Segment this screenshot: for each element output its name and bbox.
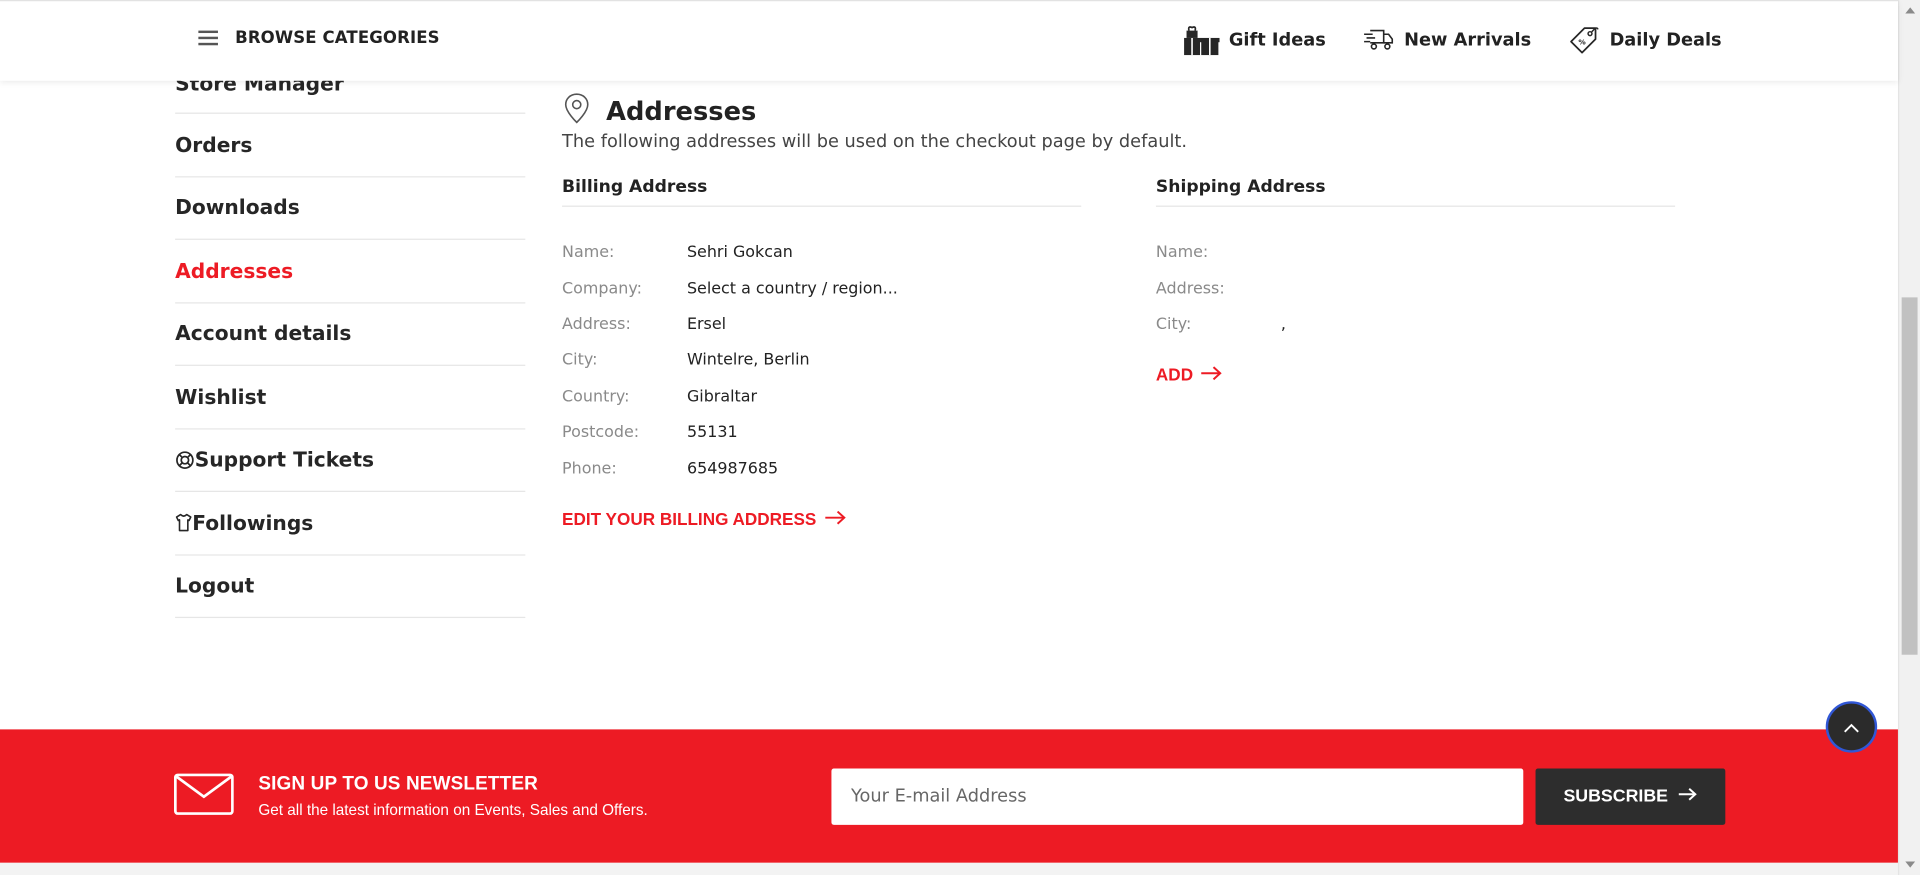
field-label: Country: [562, 387, 630, 406]
newsletter-email-input[interactable] [831, 768, 1524, 825]
delivery-icon [1363, 27, 1395, 54]
field-value: 654987685 [686, 459, 779, 478]
newsletter-title: SIGN UP TO US NEWSLETTER [258, 773, 538, 795]
arrow-right-icon [1678, 787, 1698, 807]
chevron-up-icon [1843, 715, 1860, 738]
sidebar-item-orders[interactable]: Orders [175, 114, 526, 177]
svg-text:%: % [1579, 38, 1587, 47]
newsletter-subtitle: Get all the latest information on Events… [258, 801, 648, 819]
field-value: 55131 [686, 423, 738, 442]
edit-billing-address-label: EDIT YOUR BILLING ADDRESS [562, 508, 817, 529]
scroll-up-arrow-icon[interactable] [1905, 7, 1916, 14]
sidebar-item-label: Wishlist [175, 385, 267, 409]
billing-country-row: Country: Gibraltar [562, 379, 1081, 415]
account-nav: Store Manager Orders Downloads Addresses… [175, 49, 526, 619]
sidebar-item-label: Addresses [175, 259, 294, 283]
header-link-gift-ideas[interactable]: Gift Ideas [1182, 24, 1326, 56]
billing-address-fields: Name: Sehri Gokcan Company: Select a cou… [562, 235, 1081, 487]
vertical-scrollbar[interactable] [1897, 0, 1920, 875]
shipping-city-row: City: , [1156, 307, 1675, 343]
page-title: Addresses [606, 96, 757, 127]
sidebar-item-downloads[interactable]: Downloads [175, 177, 526, 240]
header-link-label: Gift Ideas [1228, 30, 1326, 51]
shipping-name-row: Name: [1156, 235, 1675, 271]
header-link-label: New Arrivals [1404, 30, 1532, 51]
billing-phone-row: Phone: 654987685 [562, 451, 1081, 487]
sidebar-item-logout[interactable]: Logout [175, 555, 526, 619]
arrow-right-icon [824, 509, 846, 529]
location-pin-icon [562, 92, 591, 131]
billing-address-title: Billing Address [562, 176, 1082, 207]
field-label: Company: [562, 279, 642, 299]
field-label: Name: [1155, 243, 1209, 263]
browse-categories-label: BROWSE CATEGORIES [235, 28, 440, 48]
field-label: Address: [1155, 279, 1225, 299]
sidebar-item-account-details[interactable]: Account details [175, 303, 526, 366]
shipping-address-row: Address: [1156, 271, 1675, 307]
shipping-address-title: Shipping Address [1155, 176, 1676, 207]
add-shipping-address-link[interactable]: ADD [1155, 364, 1223, 385]
field-value: Sehri Gokcan [686, 243, 793, 263]
field-value: , [1280, 315, 1286, 335]
newsletter-text: SIGN UP TO US NEWSLETTER Get all the lat… [258, 773, 647, 818]
header-link-daily-deals[interactable]: % Daily Deals [1568, 24, 1722, 56]
billing-city-row: City: Wintelre, Berlin [562, 343, 1081, 379]
add-shipping-address-label: ADD [1155, 364, 1194, 385]
sidebar-item-followings[interactable]: Followings [175, 492, 526, 555]
addresses-description: The following addresses will be used on … [562, 132, 1188, 152]
sidebar-item-support-tickets[interactable]: Support Tickets [175, 429, 526, 492]
sidebar-item-label: Downloads [175, 196, 300, 220]
addresses-header: Addresses [562, 93, 1676, 130]
sidebar-item-label: Followings [192, 511, 314, 535]
sidebar-item-label: Orders [175, 133, 253, 157]
shirt-icon [175, 513, 192, 533]
field-label: Postcode: [562, 423, 640, 442]
field-label: Name: [562, 243, 615, 263]
scrollbar-thumb[interactable] [1901, 297, 1918, 655]
field-value: Gibraltar [686, 387, 758, 406]
shipping-address-fields: Name: Address: City: , [1156, 235, 1675, 343]
subscribe-button[interactable]: SUBSCRIBE [1535, 768, 1726, 825]
hamburger-menu-icon [198, 30, 218, 46]
field-label: City: [562, 351, 598, 371]
page: Store Manager Orders Downloads Addresses… [0, 0, 1920, 875]
sidebar-item-label: Support Tickets [194, 448, 375, 472]
field-value: Wintelre, Berlin [686, 351, 810, 371]
header-links: Gift Ideas New Arrivals % Daily Deals [1182, 24, 1722, 56]
sidebar-item-label: Account details [175, 322, 352, 346]
header-link-label: Daily Deals [1609, 30, 1722, 51]
billing-company-row: Company: Select a country / region... [562, 271, 1081, 307]
billing-address-row: Address: Ersel [562, 307, 1081, 343]
browse-categories-button[interactable]: BROWSE CATEGORIES [198, 28, 440, 48]
back-to-top-button[interactable] [1825, 701, 1878, 753]
gift-icon [1182, 24, 1220, 56]
header-link-new-arrivals[interactable]: New Arrivals [1363, 27, 1532, 54]
billing-name-row: Name: Sehri Gokcan [562, 235, 1081, 271]
sidebar-item-addresses[interactable]: Addresses [175, 240, 526, 303]
subscribe-label: SUBSCRIBE [1563, 786, 1669, 807]
field-label: Address: [562, 315, 631, 335]
field-label: City: [1155, 315, 1192, 335]
shipping-address: Shipping Address Name: Address: City: , [1155, 176, 1676, 385]
lifebuoy-icon [175, 450, 195, 470]
edit-billing-address-link[interactable]: EDIT YOUR BILLING ADDRESS [562, 508, 846, 529]
billing-postcode-row: Postcode: 55131 [562, 415, 1081, 451]
top-header: BROWSE CATEGORIES Gift Ideas New Arrival… [0, 0, 1898, 81]
sidebar-item-wishlist[interactable]: Wishlist [175, 366, 526, 429]
addresses-section: Addresses The following addresses will b… [562, 93, 1676, 528]
sidebar-item-label: Logout [175, 574, 255, 598]
field-value: Select a country / region... [686, 279, 898, 299]
envelope-icon [174, 773, 234, 820]
field-label: Phone: [562, 459, 617, 478]
footer-edge [0, 862, 1898, 875]
field-value: Ersel [686, 315, 727, 335]
scroll-down-arrow-icon[interactable] [1905, 861, 1916, 868]
price-tag-icon: % [1568, 24, 1600, 56]
billing-address: Billing Address Name: Sehri Gokcan Compa… [562, 176, 1082, 529]
arrow-right-icon [1200, 365, 1223, 385]
